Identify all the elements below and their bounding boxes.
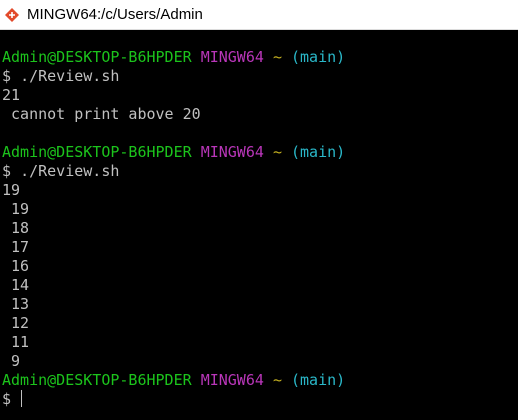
output-line: 21 <box>2 86 21 104</box>
text-cursor <box>21 390 23 407</box>
terminal-window: MINGW64:/c/Users/Admin Admin@DESKTOP-B6H… <box>0 0 518 420</box>
git-bash-icon <box>4 6 20 23</box>
command-line: $ ./Review.sh <box>2 162 518 181</box>
prompt-branch: (main) <box>291 371 346 389</box>
prompt-branch: (main) <box>291 143 346 161</box>
output-line: 18 <box>2 219 30 237</box>
input-line[interactable]: $ <box>2 390 518 409</box>
window-title: MINGW64:/c/Users/Admin <box>27 6 203 23</box>
prompt-path: ~ <box>272 143 282 161</box>
output-line: 13 <box>2 295 30 313</box>
output-line: cannot print above 20 <box>2 105 201 123</box>
title-bar[interactable]: MINGW64:/c/Users/Admin <box>0 0 518 30</box>
prompt-line: Admin@DESKTOP-B6HPDER MINGW64 ~ (main) <box>2 143 518 162</box>
prompt-branch: (main) <box>291 48 346 66</box>
output-line: 16 <box>2 257 30 275</box>
command-line: $ ./Review.sh <box>2 67 518 86</box>
prompt-line: Admin@DESKTOP-B6HPDER MINGW64 ~ (main) <box>2 371 518 390</box>
prompt-user-host: Admin@DESKTOP-B6HPDER <box>2 48 192 66</box>
terminal-output[interactable]: Admin@DESKTOP-B6HPDER MINGW64 ~ (main) $… <box>0 30 518 420</box>
prompt-symbol: $ <box>2 390 12 408</box>
output-line: 9 <box>2 352 21 370</box>
command-text: ./Review.sh <box>20 162 120 180</box>
prompt-system: MINGW64 <box>200 48 264 66</box>
prompt-path: ~ <box>272 48 282 66</box>
output-line: 19 <box>2 200 30 218</box>
command-text: ./Review.sh <box>20 67 120 85</box>
output-line: 12 <box>2 314 30 332</box>
prompt-symbol: $ <box>2 162 12 180</box>
prompt-user-host: Admin@DESKTOP-B6HPDER <box>2 143 192 161</box>
output-line: 11 <box>2 333 30 351</box>
prompt-symbol: $ <box>2 67 12 85</box>
prompt-system: MINGW64 <box>200 143 264 161</box>
output-line: 17 <box>2 238 30 256</box>
prompt-system: MINGW64 <box>200 371 264 389</box>
output-line: 19 <box>2 181 21 199</box>
prompt-user-host: Admin@DESKTOP-B6HPDER <box>2 371 192 389</box>
prompt-path: ~ <box>272 371 282 389</box>
output-line: 14 <box>2 276 30 294</box>
prompt-line: Admin@DESKTOP-B6HPDER MINGW64 ~ (main) <box>2 48 518 67</box>
